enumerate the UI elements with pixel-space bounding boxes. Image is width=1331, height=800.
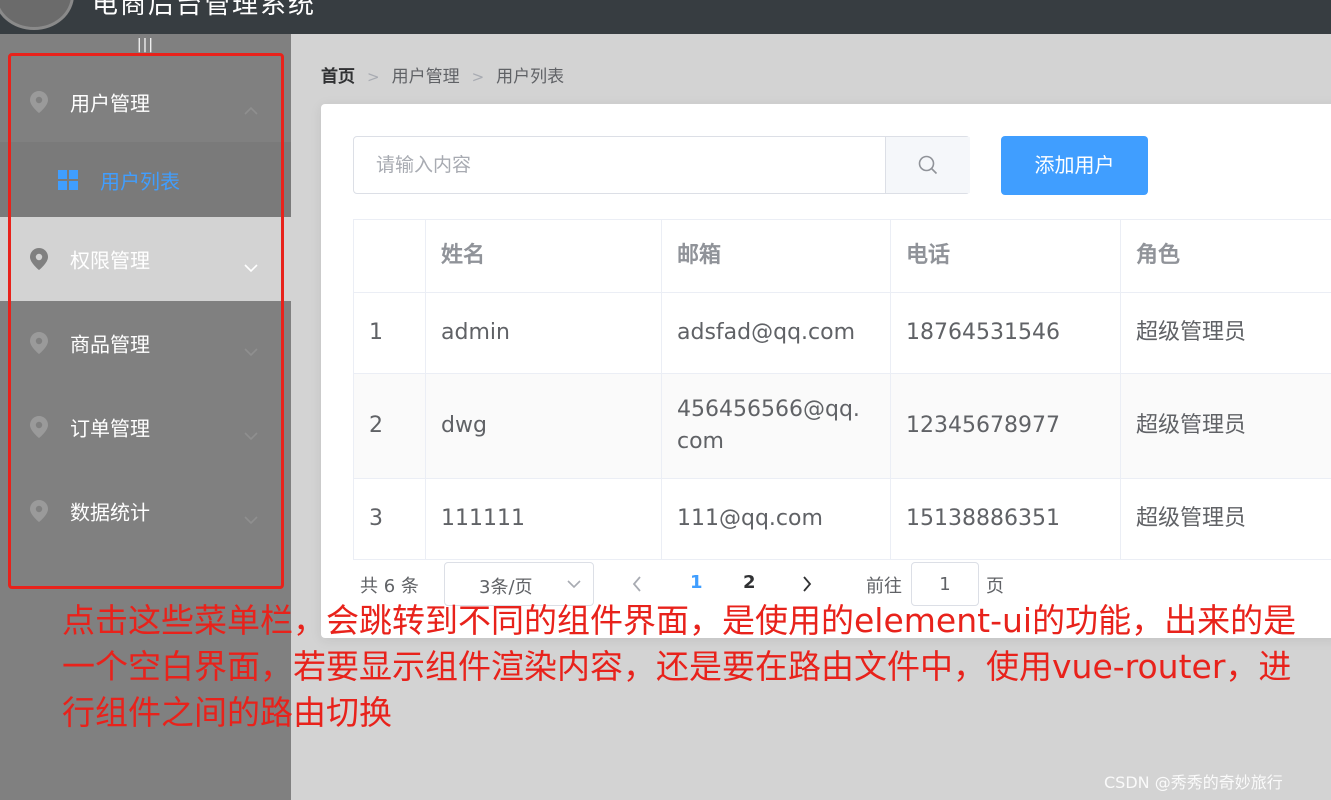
pagination-total: 共 6 条 xyxy=(360,576,419,597)
cell-name: 111111 xyxy=(426,479,662,559)
search-button[interactable] xyxy=(885,137,970,193)
search-group xyxy=(353,136,970,194)
cell-phone: 15138886351 xyxy=(891,479,1121,559)
cell-phone: 12345678977 xyxy=(891,374,1121,478)
cell-name: dwg xyxy=(426,374,662,478)
column-header-email: 邮箱 xyxy=(662,220,891,292)
table-header-row: 姓名 邮箱 电话 角色 xyxy=(354,220,1331,293)
app-header: 电商后台管理系统 xyxy=(0,0,1331,34)
chevron-left-icon xyxy=(632,576,641,592)
breadcrumb-home[interactable]: 首页 xyxy=(321,67,355,87)
cell-email: 111@qq.com xyxy=(662,479,891,559)
column-header-index xyxy=(354,220,426,292)
add-user-button[interactable]: 添加用户 xyxy=(1001,136,1148,195)
column-header-name: 姓名 xyxy=(426,220,662,292)
cell-role: 超级管理员 xyxy=(1136,506,1247,531)
chevron-down-icon xyxy=(567,580,581,589)
cell-role: 超级管理员 xyxy=(1136,413,1247,438)
cell-email: adsfad@qq.com xyxy=(662,293,891,373)
annotation-highlight-box xyxy=(8,53,284,589)
app-title: 电商后台管理系统 xyxy=(92,0,317,20)
logo xyxy=(0,0,74,30)
breadcrumb: 首页 > 用户管理 > 用户列表 xyxy=(321,62,564,87)
cell-role: 超级管理员 xyxy=(1136,320,1247,345)
cell-index: 1 xyxy=(354,293,426,373)
cell-index: 3 xyxy=(354,479,426,559)
cell-phone: 18764531546 xyxy=(891,293,1121,373)
table-row: 3 111111 111@qq.com 15138886351 超级管理员 xyxy=(354,479,1331,560)
page-number-2[interactable]: 2 xyxy=(743,572,756,593)
cell-index: 2 xyxy=(354,374,426,478)
column-header-role: 角色 xyxy=(1136,243,1181,268)
next-page-button[interactable] xyxy=(802,576,812,597)
watermark: CSDN @秀秀的奇妙旅行 xyxy=(1104,773,1283,792)
goto-label: 前往 xyxy=(866,576,902,597)
column-header-phone: 电话 xyxy=(891,220,1121,292)
search-input[interactable] xyxy=(354,137,885,193)
breadcrumb-item: 用户管理 xyxy=(391,67,460,87)
cell-email: 456456566@qq.com xyxy=(677,397,860,454)
search-icon xyxy=(918,155,938,175)
chevron-right-icon xyxy=(803,576,812,592)
breadcrumb-separator-icon: > xyxy=(367,68,380,86)
goto-suffix: 页 xyxy=(986,576,1004,597)
page-size-value: 3条/页 xyxy=(479,577,533,598)
user-table: 姓名 邮箱 电话 角色 1 admin adsfad@qq.com 187645… xyxy=(353,219,1331,560)
cell-email-container: 456456566@qq.com xyxy=(662,374,891,478)
cell-name: admin xyxy=(426,293,662,373)
breadcrumb-item: 用户列表 xyxy=(496,67,565,87)
page-number-1[interactable]: 1 xyxy=(690,572,703,593)
annotation-text: 点击这些菜单栏，会跳转到不同的组件界面，是使用的element-ui的功能，出来… xyxy=(62,601,1297,732)
table-row: 2 dwg 456456566@qq.com 12345678977 超级管理员 xyxy=(354,374,1331,479)
breadcrumb-separator-icon: > xyxy=(471,68,485,86)
table-row: 1 admin adsfad@qq.com 18764531546 超级管理员 xyxy=(354,293,1331,374)
prev-page-button[interactable] xyxy=(632,576,642,597)
